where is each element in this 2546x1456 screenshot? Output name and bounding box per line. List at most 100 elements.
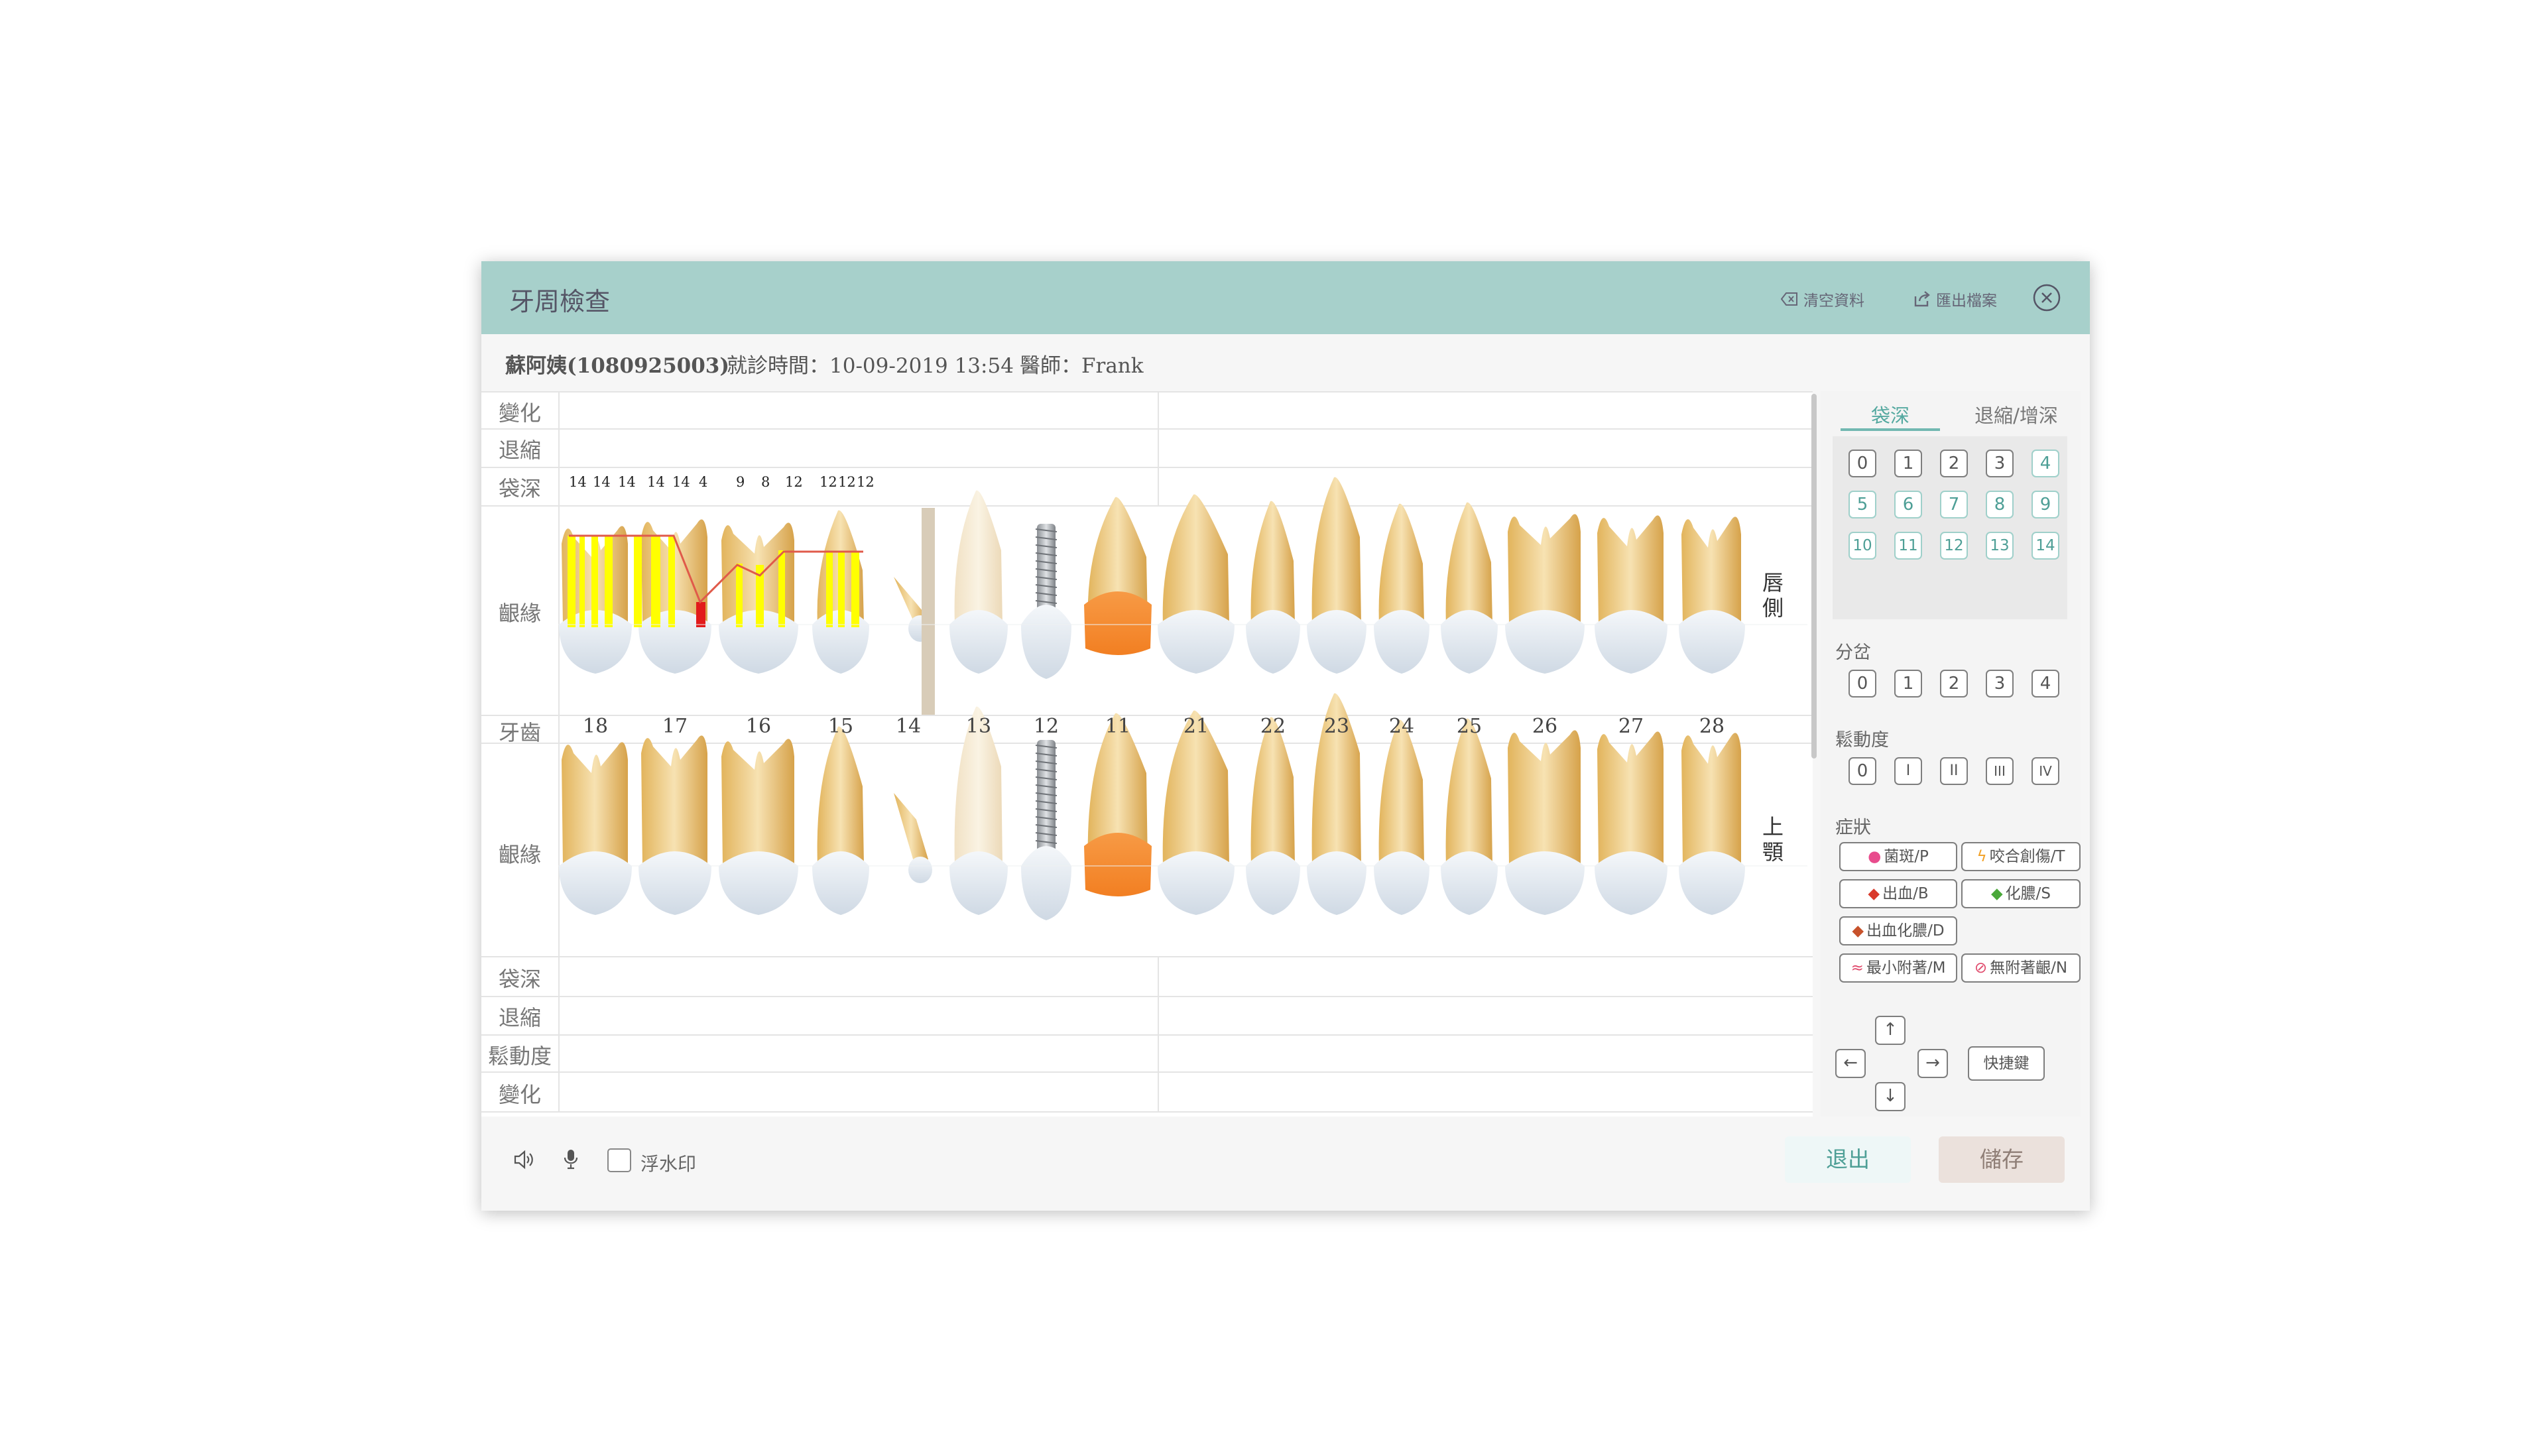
tooth-number-18[interactable]: 18 [576, 715, 615, 738]
symptom-bleeding-suppuration-button[interactable]: ◆ 出血化膿/D [1839, 916, 1957, 945]
pocket-depth-keypad: 0 1 2 3 4 5 6 7 8 9 10 11 12 13 14 [1833, 436, 2067, 619]
furcation-value-2[interactable]: 2 [1940, 670, 1968, 698]
chart-scrollbar[interactable] [1811, 394, 1817, 758]
watermark-label: 浮水印 [640, 1153, 697, 1175]
tooth-number-28[interactable]: 28 [1692, 715, 1732, 738]
pocket-value-13[interactable]: 13 [1986, 532, 2014, 560]
furcation-value-0[interactable]: 0 [1849, 670, 1876, 698]
symptom-bleeding-label: 出血/B [1882, 885, 1929, 902]
furcation-value-3[interactable]: 3 [1986, 670, 2014, 698]
symptom-suppuration-button[interactable]: ◆ 化膿/S [1961, 879, 2081, 908]
tooth-number-23[interactable]: 23 [1317, 715, 1357, 738]
symptom-label: 症狀 [1835, 818, 1871, 838]
clear-data-label: 清空資料 [1803, 292, 1864, 310]
lower-teeth-row[interactable] [559, 693, 1745, 920]
arrow-down-button[interactable]: ↓ [1875, 1082, 1906, 1111]
mobility-value-III[interactable]: III [1986, 757, 2014, 785]
tooth-number-17[interactable]: 17 [655, 715, 695, 738]
tooth-number-16[interactable]: 16 [739, 715, 778, 738]
title-bar: 牙周檢查 清空資料 匯出檔案 [481, 261, 2090, 334]
active-tab-indicator [1841, 428, 1940, 431]
exit-button[interactable]: 退出 [1785, 1136, 1911, 1183]
mobility-value-0[interactable]: 0 [1849, 757, 1876, 785]
mobility-value-II[interactable]: II [1940, 757, 1968, 785]
suppuration-diamond-icon: ◆ [1990, 885, 2003, 902]
pocket-value-3[interactable]: 3 [1986, 450, 2014, 477]
clear-data-button[interactable]: 清空資料 [1781, 288, 1864, 310]
pocket-value-4[interactable]: 4 [2031, 450, 2059, 477]
side-label-maxilla: 上顎 [1762, 814, 1784, 865]
save-button[interactable]: 儲存 [1939, 1136, 2065, 1183]
close-icon[interactable] [2031, 282, 2062, 313]
pocket-value-7[interactable]: 7 [1940, 491, 1968, 518]
bleeding-suppuration-diamond-icon: ◆ [1852, 922, 1864, 940]
symptom-minimal-attachment-button[interactable]: ≈ 最小附著/M [1839, 953, 1957, 983]
side-label-labial: 唇側 [1762, 570, 1784, 621]
tooth-number-11[interactable]: 11 [1098, 715, 1138, 738]
tab-pocket-depth[interactable]: 袋深 [1841, 400, 1940, 428]
pocket-value-5[interactable]: 5 [1849, 491, 1876, 518]
tooth-number-26[interactable]: 26 [1525, 715, 1565, 738]
no-attachment-icon: ⊘ [1974, 959, 1988, 977]
plaque-dot-icon: ● [1868, 848, 1882, 865]
tooth-number-15[interactable]: 15 [821, 715, 861, 738]
tooth-number-25[interactable]: 25 [1449, 715, 1489, 738]
symptom-plaque-button[interactable]: ● 菌斑/P [1839, 842, 1957, 871]
minimal-attachment-icon: ≈ [1850, 959, 1864, 977]
symptom-suppuration-label: 化膿/S [2005, 885, 2051, 902]
pocket-value-6[interactable]: 6 [1894, 491, 1922, 518]
dental-arch-graphic[interactable] [481, 391, 1813, 1117]
symptom-minimal-attachment-label: 最小附著/M [1866, 959, 1946, 977]
input-panel: 袋深 退縮/增深 0 1 2 3 4 5 6 7 8 9 10 11 12 13… [1821, 391, 2081, 1117]
lightning-icon: ϟ [1976, 848, 1987, 865]
tooth-number-24[interactable]: 24 [1382, 715, 1422, 738]
pocket-value-9[interactable]: 9 [2031, 491, 2059, 518]
tooth-number-14[interactable]: 14 [888, 715, 928, 738]
tab-recession[interactable]: 退縮/增深 [1960, 400, 2073, 428]
pocket-value-12[interactable]: 12 [1940, 532, 1968, 560]
watermark-checkbox[interactable] [607, 1148, 631, 1172]
tooth-number-21[interactable]: 21 [1176, 715, 1216, 738]
furcation-label: 分岔 [1835, 642, 1871, 663]
dialog-title: 牙周檢查 [509, 287, 611, 316]
tooth-number-22[interactable]: 22 [1253, 715, 1293, 738]
perio-exam-dialog: 牙周檢查 清空資料 匯出檔案 蘇阿姨(1080925003) 就診時間：10-0… [481, 261, 2090, 1211]
pocket-value-2[interactable]: 2 [1940, 450, 1968, 477]
doctor-name: 醫師：Frank [1020, 354, 1144, 378]
pocket-value-8[interactable]: 8 [1986, 491, 2014, 518]
mobility-value-IV[interactable]: IV [2031, 757, 2059, 785]
symptom-bleeding-suppuration-label: 出血化膿/D [1866, 922, 1945, 940]
visit-time: 就診時間：10-09-2019 13:54 [727, 354, 1014, 378]
symptom-bleeding-button[interactable]: ◆ 出血/B [1839, 879, 1957, 908]
tooth-number-12[interactable]: 12 [1026, 715, 1066, 738]
pocket-value-0[interactable]: 0 [1849, 450, 1876, 477]
symptom-trauma-button[interactable]: ϟ 咬合創傷/T [1961, 842, 2081, 871]
patient-name: 蘇阿姨(1080925003) [505, 354, 730, 378]
pocket-value-10[interactable]: 10 [1849, 532, 1876, 560]
symptom-plaque-label: 菌斑/P [1884, 848, 1929, 865]
furcation-value-4[interactable]: 4 [2031, 670, 2059, 698]
arrow-up-button[interactable]: ↑ [1875, 1016, 1906, 1045]
symptom-no-attachment-button[interactable]: ⊘ 無附著齦/N [1961, 953, 2081, 983]
arrow-left-button[interactable]: ← [1835, 1049, 1866, 1078]
export-file-button[interactable]: 匯出檔案 [1913, 288, 1997, 310]
tooth-number-27[interactable]: 27 [1611, 715, 1651, 738]
furcation-value-1[interactable]: 1 [1894, 670, 1922, 698]
symptom-no-attachment-label: 無附著齦/N [1990, 959, 2068, 977]
pocket-value-14[interactable]: 14 [2031, 532, 2059, 560]
pocket-value-1[interactable]: 1 [1894, 450, 1922, 477]
tooth-14-marker [922, 508, 935, 715]
pocket-value-11[interactable]: 11 [1894, 532, 1922, 560]
mobility-value-I[interactable]: I [1894, 757, 1922, 785]
arrow-right-button[interactable]: → [1917, 1049, 1948, 1078]
symptom-trauma-label: 咬合創傷/T [1989, 848, 2065, 865]
tooth-number-13[interactable]: 13 [959, 715, 999, 738]
bleeding-diamond-icon: ◆ [1868, 885, 1880, 902]
mobility-label: 鬆動度 [1835, 730, 1889, 751]
footer-bar: 浮水印 退出 儲存 [481, 1117, 2090, 1211]
clear-icon [1781, 292, 1797, 306]
microphone-icon[interactable] [564, 1148, 578, 1170]
periodontal-chart: 變化 退縮 袋深 齦緣 牙齒 齦緣 袋深 退縮 鬆動度 變化 14 14 14 … [481, 391, 1813, 1117]
shortcut-button[interactable]: 快捷鍵 [1968, 1046, 2045, 1081]
speaker-icon[interactable] [513, 1150, 534, 1170]
